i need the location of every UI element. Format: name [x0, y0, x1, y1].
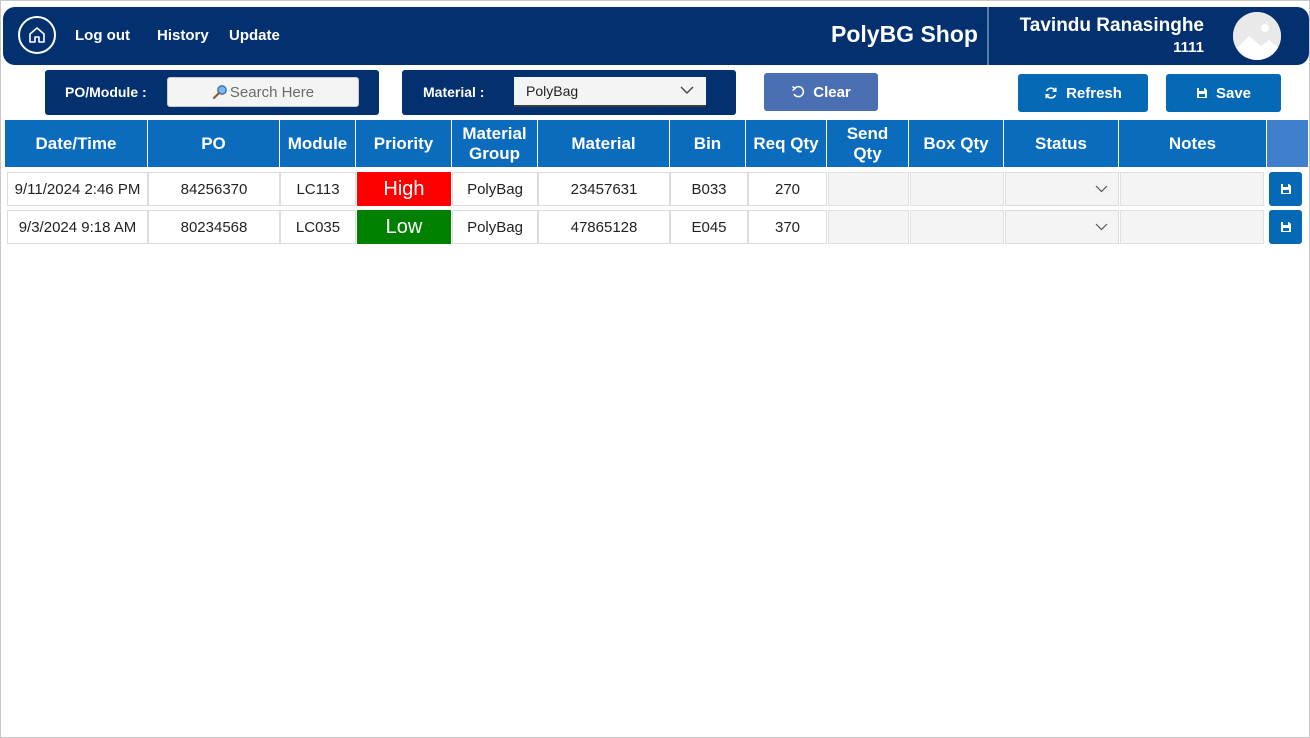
image-placeholder-icon	[1233, 12, 1281, 60]
col-box-qty: Box Qty	[909, 120, 1004, 167]
cell-req-qty: 270	[748, 172, 827, 206]
floppy-disk-icon	[1196, 88, 1207, 98]
chevron-down-icon	[1095, 185, 1108, 193]
cell-po: 80234568	[148, 210, 280, 244]
cell-datetime: 9/3/2024 9:18 AM	[7, 210, 148, 244]
notes-input[interactable]	[1120, 210, 1264, 244]
po-module-filter: PO/Module : Search Here	[45, 70, 379, 115]
home-button[interactable]	[18, 16, 56, 54]
material-selected-value: PolyBag	[526, 83, 579, 99]
home-icon	[29, 27, 45, 43]
history-link[interactable]: History	[157, 27, 209, 44]
send-qty-input[interactable]	[828, 172, 909, 206]
clear-label: Clear	[813, 83, 851, 101]
status-dropdown[interactable]	[1005, 172, 1119, 206]
cell-material: 23457631	[538, 172, 670, 206]
app-title: PolyBG Shop	[831, 21, 978, 47]
search-input[interactable]: Search Here	[167, 77, 359, 107]
cell-material: 47865128	[538, 210, 670, 244]
cell-priority-low: Low	[357, 210, 451, 244]
col-material: Material	[538, 120, 670, 167]
header-divider	[987, 7, 989, 65]
update-link[interactable]: Update	[229, 27, 280, 44]
send-qty-input[interactable]	[828, 210, 909, 244]
material-filter: Material : PolyBag	[402, 70, 736, 115]
cell-bin: E045	[670, 210, 748, 244]
cell-priority-high: High	[357, 172, 451, 206]
cell-bin: B033	[670, 172, 748, 206]
avatar[interactable]	[1233, 12, 1281, 60]
box-qty-input[interactable]	[910, 210, 1004, 244]
cell-module: LC035	[280, 210, 356, 244]
col-notes: Notes	[1119, 120, 1267, 167]
col-req-qty: Req Qty	[746, 120, 827, 167]
col-send-qty: Send Qty	[827, 120, 909, 167]
col-material-group: Material Group	[452, 120, 538, 167]
undo-icon	[792, 85, 805, 98]
box-qty-input[interactable]	[910, 172, 1004, 206]
floppy-disk-icon	[1280, 184, 1291, 194]
po-module-label: PO/Module :	[65, 84, 147, 100]
status-dropdown[interactable]	[1005, 210, 1119, 244]
cell-material-group: PolyBag	[452, 172, 538, 206]
save-button[interactable]: Save	[1166, 74, 1281, 112]
top-header: Log out History Update PolyBG Shop Tavin…	[3, 7, 1309, 65]
refresh-button[interactable]: Refresh	[1018, 74, 1148, 112]
cell-req-qty: 370	[748, 210, 827, 244]
col-datetime: Date/Time	[5, 120, 148, 167]
user-name: Tavindu Ranasinghe	[1019, 15, 1204, 36]
col-status: Status	[1004, 120, 1119, 167]
magnifier-icon	[212, 85, 227, 100]
table-header: Date/Time PO Module Priority Material Gr…	[5, 120, 1308, 167]
row-save-button[interactable]	[1269, 172, 1302, 206]
material-label: Material :	[423, 84, 485, 100]
chevron-down-icon	[680, 86, 694, 94]
cell-material-group: PolyBag	[452, 210, 538, 244]
col-module: Module	[280, 120, 356, 167]
app-frame: Log out History Update PolyBG Shop Tavin…	[0, 0, 1310, 738]
col-po: PO	[148, 120, 280, 167]
row-save-button[interactable]	[1269, 210, 1302, 244]
chevron-down-icon	[1095, 223, 1108, 231]
cell-po: 84256370	[148, 172, 280, 206]
col-actions	[1267, 120, 1308, 167]
cell-datetime: 9/11/2024 2:46 PM	[7, 172, 148, 206]
refresh-icon	[1045, 87, 1057, 99]
col-bin: Bin	[670, 120, 746, 167]
clear-button[interactable]: Clear	[764, 73, 878, 111]
save-label: Save	[1215, 84, 1252, 102]
cell-module: LC113	[280, 172, 356, 206]
table-row: 9/3/2024 9:18 AM 80234568 LC035 Low Poly…	[5, 210, 1308, 244]
search-placeholder: Search Here	[229, 83, 315, 101]
user-id: 1111	[1173, 39, 1204, 56]
notes-input[interactable]	[1120, 172, 1264, 206]
material-select[interactable]: PolyBag	[514, 77, 706, 107]
logout-link[interactable]: Log out	[75, 27, 130, 44]
refresh-label: Refresh	[1066, 84, 1122, 102]
col-priority: Priority	[356, 120, 452, 167]
floppy-disk-icon	[1280, 222, 1291, 232]
table-row: 9/11/2024 2:46 PM 84256370 LC113 High Po…	[5, 172, 1308, 206]
